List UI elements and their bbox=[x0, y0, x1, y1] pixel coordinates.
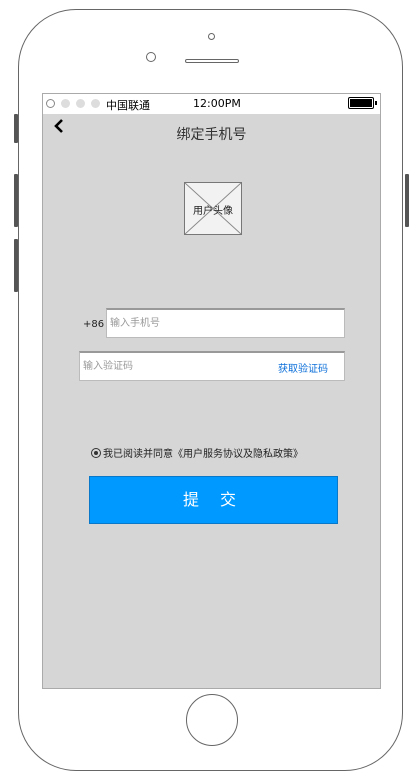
agreement-radio[interactable] bbox=[91, 447, 101, 458]
page-title: 绑定手机号 bbox=[176, 127, 247, 143]
battery-cap bbox=[375, 101, 377, 105]
signal-dot bbox=[61, 99, 70, 108]
country-code[interactable]: +86 bbox=[83, 319, 104, 330]
status-bar: 中国联通 12:00PM bbox=[43, 94, 380, 114]
radio-selected-dot bbox=[94, 450, 98, 455]
agreement-row: 我已阅读并同意《用户服务协议及隐私政策》 bbox=[91, 445, 303, 460]
carrier-name: 中国联通 bbox=[106, 99, 150, 112]
home-button[interactable] bbox=[186, 694, 238, 746]
volume-up-button bbox=[14, 174, 18, 227]
user-avatar[interactable]: 用户头像 bbox=[184, 182, 242, 235]
front-camera bbox=[146, 52, 156, 62]
power-button bbox=[405, 174, 409, 227]
battery-level bbox=[350, 99, 372, 107]
silent-switch bbox=[14, 114, 18, 143]
proximity-sensor bbox=[208, 33, 215, 40]
agreement-text[interactable]: 我已阅读并同意《用户服务协议及隐私政策》 bbox=[103, 445, 303, 460]
app-screen: 中国联通 12:00PM 绑定手机号 用户头像 +86 输入手机号 输入验证码 … bbox=[42, 93, 381, 689]
earpiece-speaker bbox=[185, 59, 239, 63]
avatar-label: 用户头像 bbox=[193, 206, 233, 217]
signal-strength bbox=[46, 99, 100, 108]
phone-number-input[interactable]: 输入手机号 bbox=[106, 308, 345, 338]
signal-dot bbox=[91, 99, 100, 108]
battery-icon bbox=[348, 97, 377, 109]
volume-down-button bbox=[14, 239, 18, 292]
submit-button[interactable]: 提 交 bbox=[89, 476, 338, 524]
status-time: 12:00PM bbox=[193, 97, 241, 110]
signal-dot bbox=[76, 99, 85, 108]
get-code-button[interactable]: 获取验证码 bbox=[278, 360, 328, 375]
signal-dot bbox=[46, 99, 55, 108]
